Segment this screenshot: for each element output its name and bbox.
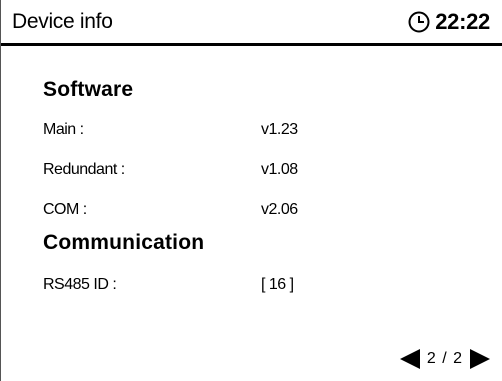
page-title: Device info [12,10,113,33]
page-indicator: 2 / 2 [426,350,463,367]
com-label: COM : [43,201,87,218]
redundant-version-value: v1.08 [261,161,298,178]
device-info-screen: Device info 22:22 Software Main : v1.23 … [0,0,502,381]
prev-page-button[interactable] [398,347,422,371]
main-label: Main : [43,121,84,138]
clock-icon [408,11,430,33]
header-bar: Device info 22:22 [1,0,502,46]
pager: 2 / 2 [398,347,492,371]
com-version-value: v2.06 [261,201,298,218]
software-heading: Software [43,78,134,101]
main-version-value: v1.23 [261,121,298,138]
arrow-right-icon [470,349,490,369]
clock: 22:22 [408,9,490,35]
redundant-label: Redundant : [43,161,125,178]
arrow-left-icon [399,349,420,369]
rs485-id-label: RS485 ID : [43,276,117,293]
clock-time: 22:22 [435,9,490,34]
next-page-button[interactable] [468,347,492,371]
rs485-id-value[interactable]: [ 16 ] [261,276,294,294]
communication-heading: Communication [43,231,205,254]
